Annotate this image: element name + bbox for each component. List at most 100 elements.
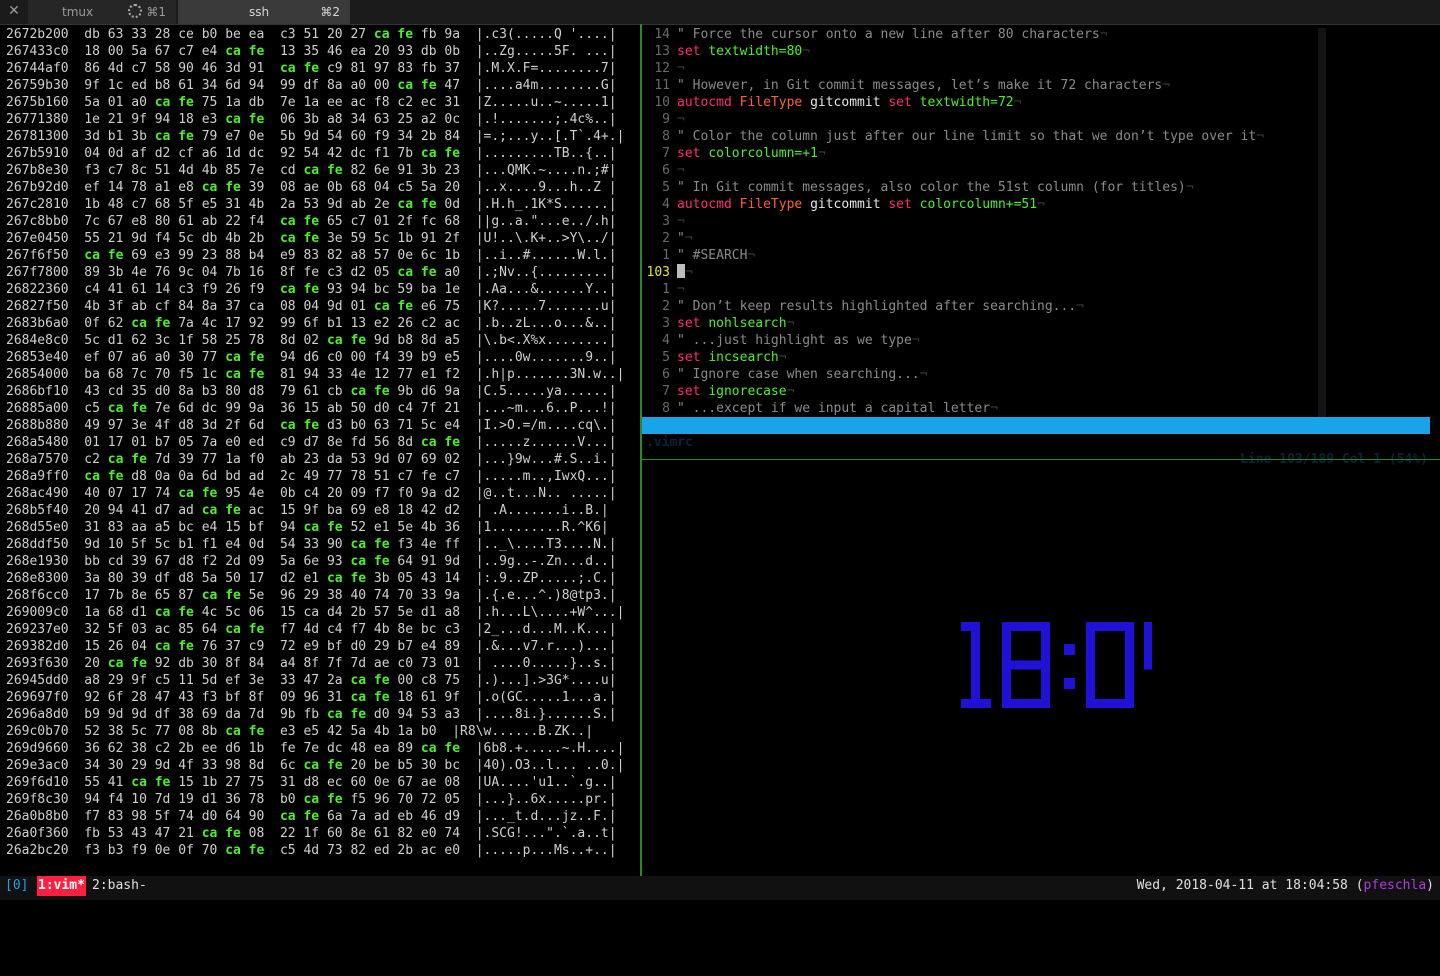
vim-line[interactable]: 7 set colorcolumn=+1¬ — [642, 145, 1432, 162]
hex-byte: 91 — [397, 163, 414, 178]
hex-byte: 00 — [107, 44, 124, 59]
hex-ascii: |.H.h_.1K*S......| — [475, 197, 617, 212]
hex-byte: fe — [420, 265, 437, 280]
hex-byte: fe — [373, 554, 390, 569]
clock-pane[interactable] — [642, 460, 1440, 876]
vim-line[interactable]: 4 autocmd FileType gitcommit set colorcol… — [642, 196, 1432, 213]
hex-byte: 59 — [397, 282, 414, 297]
vim-line[interactable]: 3 set nohlsearch¬ — [642, 315, 1432, 332]
hexdump-pane[interactable]: 2672b200 db 63 33 28 ce b0 be ea c3 51 2… — [0, 24, 640, 876]
tab-tmux[interactable]: tmux ⌘1 — [28, 0, 176, 24]
vim-line[interactable]: 10 autocmd FileType gitcommit set textwid… — [642, 94, 1432, 111]
vim-line[interactable]: 8 " Color the column just after our line … — [642, 128, 1432, 145]
vim-line[interactable]: 103 ¬ — [642, 264, 1432, 281]
hex-byte: 1a — [303, 95, 320, 110]
vim-line[interactable]: 1 ¬ — [642, 281, 1432, 298]
hex-byte: 47 — [154, 690, 171, 705]
hex-byte: d6 — [303, 350, 320, 365]
hex-byte: 0e — [373, 775, 390, 790]
hex-byte: 4d — [178, 163, 194, 178]
hex-byte: 89 — [397, 741, 414, 756]
hex-byte: 65 — [326, 214, 343, 229]
hex-byte: d0 — [373, 707, 390, 722]
line-number: 1 — [662, 282, 670, 297]
vim-line[interactable]: 1 " #SEARCH¬ — [642, 247, 1432, 264]
vim-line[interactable]: 2 " Don’t keep results highlighted after … — [642, 298, 1432, 315]
vim-line[interactable]: 6 " Ignore case when searching...¬ — [642, 366, 1432, 383]
hex-byte: 83 — [107, 809, 124, 824]
clock-digit-segment — [1125, 660, 1134, 708]
hex-byte: ca — [178, 486, 194, 501]
hex-byte: fe — [178, 605, 194, 620]
hex-byte: 17 — [131, 486, 147, 501]
hex-byte: 41 — [107, 282, 124, 297]
hex-byte: df — [303, 78, 320, 93]
tab-ssh[interactable]: ssh ⌘2 — [178, 0, 350, 24]
hex-byte: 68 — [350, 180, 367, 195]
hex-byte: 4f — [178, 758, 194, 773]
hex-bytes: ab 23 da 53 9d 07 69 02 — [280, 452, 460, 467]
hex-byte: af — [131, 146, 147, 161]
hex-byte: 96 — [373, 792, 390, 807]
hex-byte: 51 — [303, 27, 320, 42]
hex-address: 268b5f40 — [6, 503, 69, 518]
hex-byte: 20 — [84, 656, 100, 671]
session-name[interactable]: [0] — [5, 876, 28, 896]
hex-byte: 07 — [107, 350, 124, 365]
hex-bytes: 33 47 2a ca fe 00 c8 75 — [280, 673, 460, 688]
hex-byte: 7a — [350, 809, 367, 824]
hex-byte: 8e — [326, 435, 343, 450]
vim-line[interactable]: 11 " However, in Git commit messages, let… — [642, 77, 1432, 94]
vim-line[interactable]: 9 ¬ — [642, 111, 1432, 128]
hex-byte: f2 — [201, 554, 218, 569]
vim-line[interactable]: 14 " Force the cursor onto a new line aft… — [642, 26, 1432, 43]
hex-byte: 70 — [201, 843, 218, 858]
hex-bytes: 4b 3f ab cf 84 8a 37 ca — [84, 299, 264, 314]
hex-byte: 8f — [279, 265, 296, 280]
hex-byte: 89 — [444, 639, 461, 654]
hex-byte: 06 — [248, 605, 265, 620]
hex-byte: 9a — [444, 27, 461, 42]
vim-event: FileType — [739, 197, 803, 212]
hex-byte: d6 — [225, 741, 241, 756]
hex-address: 26885a00 — [6, 401, 69, 416]
hex-byte: 2b — [397, 843, 414, 858]
hex-byte: ca — [154, 639, 171, 654]
hex-byte: 94 — [397, 707, 414, 722]
hex-bytes: bb cd 39 67 d8 f2 2d 09 — [84, 554, 264, 569]
close-icon[interactable]: ✕ — [6, 3, 22, 19]
hexdump-row: 26a0f360 fb 53 43 47 21 ca fe 08 22 1f 6… — [6, 825, 617, 842]
hex-bytes: 6c ca fe 20 be b5 30 bc — [280, 758, 460, 773]
hex-byte: 5e — [397, 520, 414, 535]
vim-line[interactable]: 5 set incsearch¬ — [642, 349, 1432, 366]
hex-bytes: 7e 1a ee ac f8 c2 ec 31 — [280, 95, 460, 110]
vim-line[interactable]: 2 "¬ — [642, 230, 1432, 247]
hex-byte: 91 — [420, 231, 437, 246]
hex-byte: 68 — [107, 605, 124, 620]
window-tab-vim[interactable]: 1:vim* — [37, 876, 86, 896]
hex-byte: 2e — [373, 197, 390, 212]
hex-byte: 04 — [84, 146, 100, 161]
hex-byte: ca — [225, 367, 241, 382]
vim-line[interactable]: 8 " ...except if we input a capital lette… — [642, 400, 1432, 417]
vim-editor-pane[interactable]: 14 " Force the cursor onto a new line aft… — [642, 24, 1440, 436]
vim-line[interactable]: 7 set ignorecase¬ — [642, 383, 1432, 400]
eol-marker: ¬ — [1256, 129, 1265, 144]
hex-byte: 3e — [326, 231, 343, 246]
hex-byte: d1 — [201, 792, 218, 807]
vim-line[interactable]: 6 ¬ — [642, 162, 1432, 179]
vim-line[interactable]: 3 ¬ — [642, 213, 1432, 230]
hex-ascii: |C.5.....ya......| — [475, 384, 617, 399]
hex-byte: 60 — [326, 826, 343, 841]
hex-byte: 15 — [225, 520, 241, 535]
hex-byte: ca — [131, 775, 147, 790]
window-tab-bash[interactable]: 2:bash- — [92, 876, 147, 896]
hex-byte: 57 — [373, 605, 390, 620]
hex-address: 268a9ff0 — [6, 469, 69, 484]
vim-line[interactable]: 13 set textwidth=80¬ — [642, 43, 1432, 60]
hex-byte: 4b — [373, 724, 390, 739]
vim-line[interactable]: 12 ¬ — [642, 60, 1432, 77]
hex-byte: cd — [107, 554, 124, 569]
vim-line[interactable]: 4 " ...just highlight as we type¬ — [642, 332, 1432, 349]
vim-line[interactable]: 5 " In Git commit messages, also color th… — [642, 179, 1432, 196]
